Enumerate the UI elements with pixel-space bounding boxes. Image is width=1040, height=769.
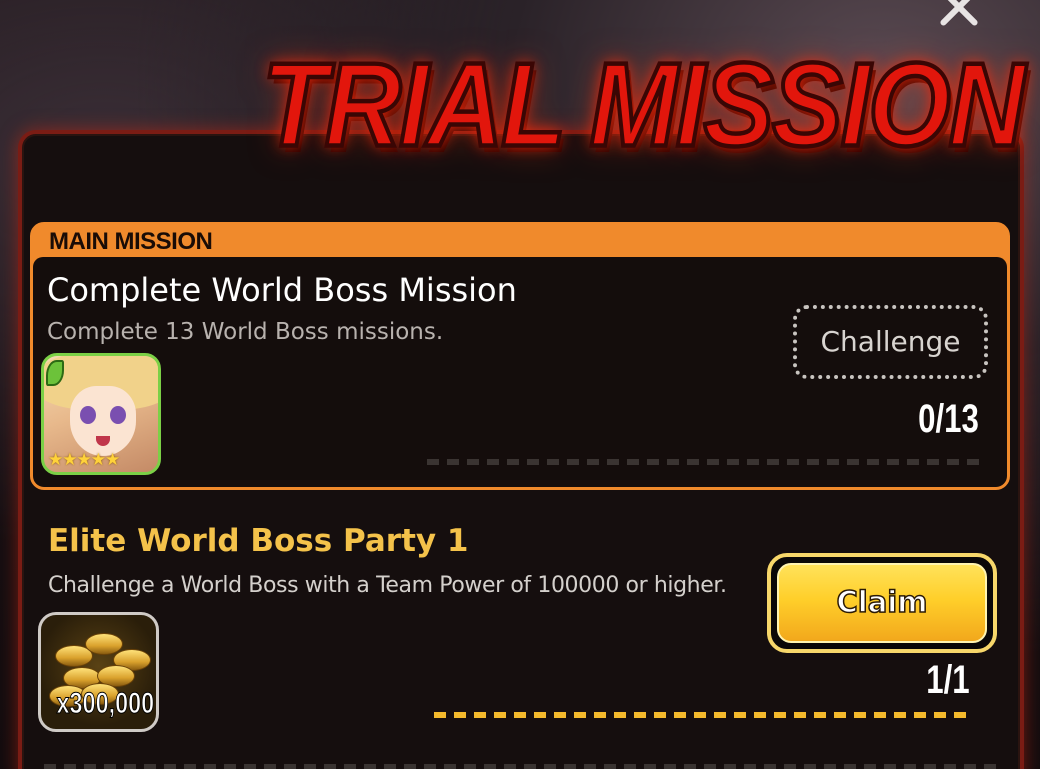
character-reward-avatar[interactable]: ★★★★★ [41,353,161,475]
avatar-eye [80,406,96,424]
star-rating-icon: ★★★★★ [48,450,120,470]
main-mission-card: MAIN MISSION Complete World Boss Mission… [30,222,1010,490]
main-mission-progress-count: 0/13 [918,397,979,441]
reward-quantity: x300,000 [56,687,154,721]
challenge-button[interactable]: Challenge [793,305,988,379]
main-mission-progress-bar [427,459,983,465]
gold-coins-icon[interactable]: x300,000 [38,612,159,732]
main-mission-description: Complete 13 World Boss missions. [47,319,444,345]
close-icon[interactable] [934,0,984,32]
elite-mission-description: Challenge a World Boss with a Team Power… [48,573,727,598]
main-mission-label: MAIN MISSION [49,228,213,255]
elite-mission-progress-bar [434,712,968,718]
claim-button-label: Claim [777,563,987,643]
main-mission-body: Complete World Boss Mission Complete 13 … [33,257,1007,487]
claim-button[interactable]: Claim [767,553,997,653]
page-title: TRIAL MISSION [260,37,1027,174]
divider [44,764,1004,769]
elite-mission-title: Elite World Boss Party 1 [48,523,469,559]
elite-mission-progress-count: 1/1 [926,658,970,702]
main-mission-title: Complete World Boss Mission [47,271,517,309]
avatar-eye [110,406,126,424]
